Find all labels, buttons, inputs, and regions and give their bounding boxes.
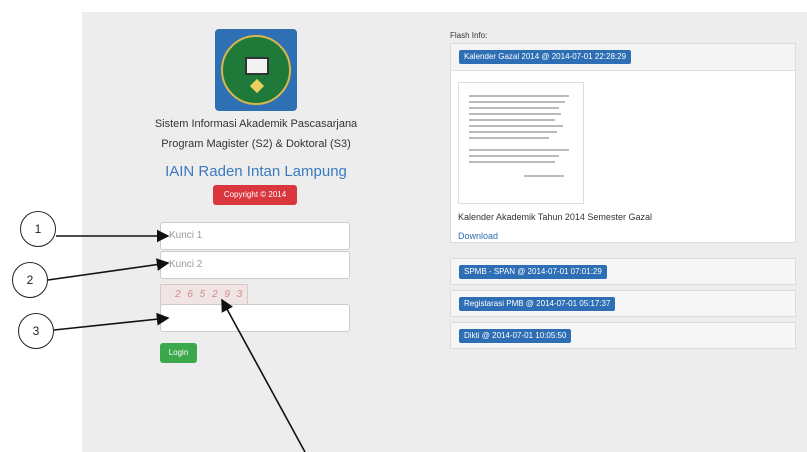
copyright-badge: Copyright © 2014 [213, 185, 297, 205]
login-button[interactable]: Login [160, 343, 197, 363]
flash-info-title: Flash Info: [450, 31, 488, 40]
flash-item-badge[interactable]: Kalender Gazal 2014 @ 2014-07-01 22:28:2… [459, 50, 632, 64]
institution-logo-icon [215, 29, 297, 111]
flash-item-badge[interactable]: Registarasi PMB @ 2014-07-01 05:17:37 [459, 297, 616, 311]
flash-card-registrasi[interactable]: Registarasi PMB @ 2014-07-01 05:17:37 [450, 290, 796, 317]
download-link[interactable]: Download [458, 231, 498, 241]
annotation-3: 3 [18, 313, 54, 349]
flash-card-expanded: Kalender Gazal 2014 @ 2014-07-01 22:28:2… [450, 43, 796, 243]
kunci2-input[interactable]: Kunci 2 [160, 251, 350, 279]
kunci1-input[interactable]: Kunci 1 [160, 222, 350, 250]
document-preview [469, 95, 572, 187]
system-title-line-2: Program Magister (S2) & Doktoral (S3) [161, 138, 351, 150]
flash-item-badge[interactable]: SPMB - SPAN @ 2014-07-01 07:01:29 [459, 265, 607, 279]
system-title-line-1: Sistem Informasi Akademik Pascasarjana [154, 118, 358, 130]
annotation-2: 2 [12, 262, 48, 298]
annotation-1: 1 [20, 211, 56, 247]
calendar-thumbnail[interactable] [458, 82, 584, 204]
flash-card-spmb[interactable]: SPMB - SPAN @ 2014-07-01 07:01:29 [450, 258, 796, 285]
logo-book-shape [245, 57, 269, 75]
flash-card-dikti[interactable]: Dikti @ 2014-07-01 10:05:50 [450, 322, 796, 349]
institution-name: IAIN Raden Intan Lampung [165, 163, 347, 180]
captcha-input[interactable] [160, 304, 350, 332]
logo-star-shape [249, 78, 265, 94]
flash-card-header[interactable]: Kalender Gazal 2014 @ 2014-07-01 22:28:2… [451, 44, 795, 71]
calendar-description: Kalender Akademik Tahun 2014 Semester Ga… [458, 212, 652, 222]
flash-item-badge[interactable]: Dikti @ 2014-07-01 10:05:50 [459, 329, 572, 343]
logo-emblem [221, 35, 291, 105]
captcha-image: 2 6 5 2 9 3 [160, 284, 248, 306]
